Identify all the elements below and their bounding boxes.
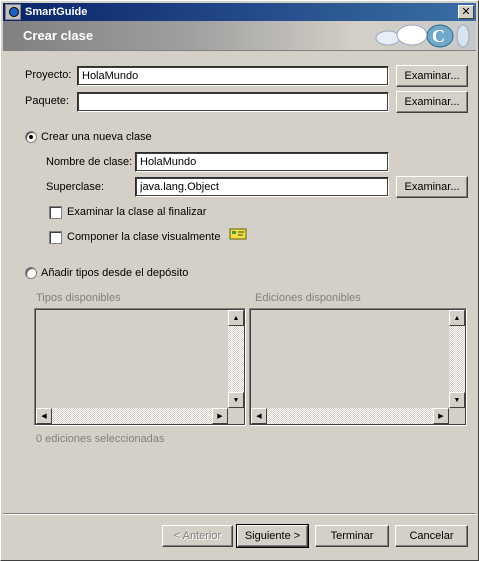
- wizard-banner: Crear clase C: [3, 21, 476, 51]
- editions-scroll-corner: [449, 408, 465, 424]
- footer-separator: [3, 513, 476, 515]
- superclass-label: Superclase:: [46, 181, 105, 193]
- available-editions-label: Ediciones disponibles: [255, 292, 361, 304]
- editions-vertical-scrollbar[interactable]: ▲ ▼: [449, 310, 465, 408]
- create-new-class-label[interactable]: Crear una nueva clase: [41, 131, 152, 143]
- project-input[interactable]: [77, 66, 389, 86]
- window-title: SmartGuide: [25, 6, 88, 18]
- browse-on-finish-checkbox[interactable]: [49, 206, 62, 219]
- superclass-browse-button[interactable]: Examinar...: [396, 176, 468, 198]
- next-button[interactable]: Siguiente >: [236, 524, 309, 548]
- app-icon: [5, 4, 21, 20]
- add-types-radio[interactable]: [25, 267, 37, 279]
- available-types-label: Tipos disponibles: [36, 292, 121, 304]
- visual-composer-icon: [229, 228, 247, 240]
- available-editions-list[interactable]: ▲ ▼ ◀ ▶: [249, 308, 467, 426]
- class-name-input[interactable]: [135, 152, 389, 172]
- create-new-class-radio[interactable]: [25, 131, 37, 143]
- close-button[interactable]: ✕: [458, 5, 474, 19]
- class-name-label: Nombre de clase:: [46, 156, 133, 168]
- types-scroll-left-button[interactable]: ◀: [36, 408, 52, 424]
- smartguide-window: SmartGuide ✕ Crear clase C Proyecto: Exa…: [0, 0, 479, 561]
- superclass-input[interactable]: [135, 177, 389, 197]
- editions-scroll-up-button[interactable]: ▲: [449, 310, 465, 326]
- browse-on-finish-label[interactable]: Examinar la clase al finalizar: [67, 206, 206, 218]
- editions-scroll-left-button[interactable]: ◀: [251, 408, 267, 424]
- selected-editions-count: 0 ediciones seleccionadas: [36, 433, 165, 445]
- available-types-list[interactable]: ▲ ▼ ◀ ▶: [34, 308, 246, 426]
- add-types-label[interactable]: Añadir tipos desde el depósito: [41, 267, 188, 279]
- smartguide-logo-icon: C: [375, 24, 470, 48]
- package-browse-button[interactable]: Examinar...: [396, 91, 468, 113]
- types-vertical-scrollbar[interactable]: ▲ ▼: [228, 310, 244, 408]
- back-button[interactable]: < Anterior: [162, 525, 233, 547]
- editions-scroll-down-button[interactable]: ▼: [449, 392, 465, 408]
- close-icon: ✕: [461, 5, 471, 18]
- types-horizontal-scrollbar[interactable]: ◀ ▶: [36, 408, 228, 424]
- finish-button[interactable]: Terminar: [315, 525, 389, 547]
- svg-text:C: C: [432, 26, 445, 46]
- project-label: Proyecto:: [25, 69, 72, 81]
- project-browse-button[interactable]: Examinar...: [396, 65, 468, 87]
- editions-scroll-right-button[interactable]: ▶: [433, 408, 449, 424]
- compose-visually-checkbox[interactable]: [49, 231, 62, 244]
- types-scroll-corner: [228, 408, 244, 424]
- compose-visually-label[interactable]: Componer la clase visualmente: [67, 231, 220, 243]
- types-scroll-down-button[interactable]: ▼: [228, 392, 244, 408]
- types-scroll-right-button[interactable]: ▶: [212, 408, 228, 424]
- package-input[interactable]: [77, 92, 389, 112]
- page-title: Crear clase: [23, 28, 94, 43]
- cancel-button[interactable]: Cancelar: [395, 525, 468, 547]
- package-label: Paquete:: [25, 95, 70, 107]
- title-bar: SmartGuide ✕: [3, 3, 476, 21]
- types-scroll-up-button[interactable]: ▲: [228, 310, 244, 326]
- editions-horizontal-scrollbar[interactable]: ◀ ▶: [251, 408, 449, 424]
